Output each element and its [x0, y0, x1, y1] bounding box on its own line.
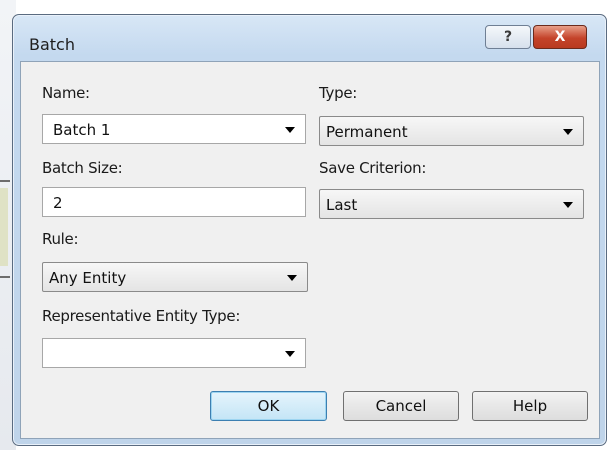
chevron-down-icon[interactable]	[285, 351, 295, 357]
help-button[interactable]: Help	[472, 391, 588, 421]
save-criterion-dropdown[interactable]: Last	[319, 189, 584, 219]
rep-entity-type-label: Representative Entity Type:	[42, 307, 241, 325]
chevron-down-icon[interactable]	[287, 275, 297, 281]
close-icon: X	[554, 29, 566, 45]
name-combo[interactable]: Batch 1	[42, 114, 306, 144]
background-mark	[0, 180, 10, 182]
help-titlebar-button[interactable]: ?	[485, 25, 531, 49]
rule-label: Rule:	[42, 230, 79, 248]
question-mark-icon: ?	[503, 29, 513, 45]
title-bar[interactable]: Batch ? X	[13, 15, 606, 59]
name-value: Batch 1	[53, 121, 111, 139]
help-label: Help	[512, 397, 548, 415]
rep-entity-type-combo[interactable]	[42, 338, 306, 368]
batch-dialog: Batch ? X Name: Batch 1 Type: Permanent …	[12, 14, 607, 446]
type-label: Type:	[319, 84, 358, 102]
name-label: Name:	[42, 84, 90, 102]
save-criterion-label: Save Criterion:	[319, 159, 427, 177]
type-dropdown[interactable]: Permanent	[319, 116, 584, 146]
type-value: Permanent	[326, 123, 408, 141]
batch-size-value: 2	[53, 194, 63, 212]
cancel-label: Cancel	[375, 397, 427, 415]
batch-size-input[interactable]: 2	[42, 187, 306, 217]
save-criterion-value: Last	[326, 196, 358, 214]
chevron-down-icon[interactable]	[563, 129, 573, 135]
dialog-client-area: Name: Batch 1 Type: Permanent Batch Size…	[20, 61, 600, 439]
rule-dropdown[interactable]: Any Entity	[42, 262, 308, 292]
batch-size-label: Batch Size:	[42, 159, 123, 177]
close-button[interactable]: X	[533, 25, 587, 49]
cancel-button[interactable]: Cancel	[343, 391, 459, 421]
chevron-down-icon[interactable]	[285, 127, 295, 133]
ok-button[interactable]: OK	[210, 391, 327, 421]
dialog-title: Batch	[29, 35, 75, 54]
background-mark	[0, 276, 10, 278]
rule-value: Any Entity	[49, 269, 127, 287]
chevron-down-icon[interactable]	[563, 202, 573, 208]
ok-label: OK	[257, 397, 280, 415]
background-mark	[0, 188, 8, 266]
